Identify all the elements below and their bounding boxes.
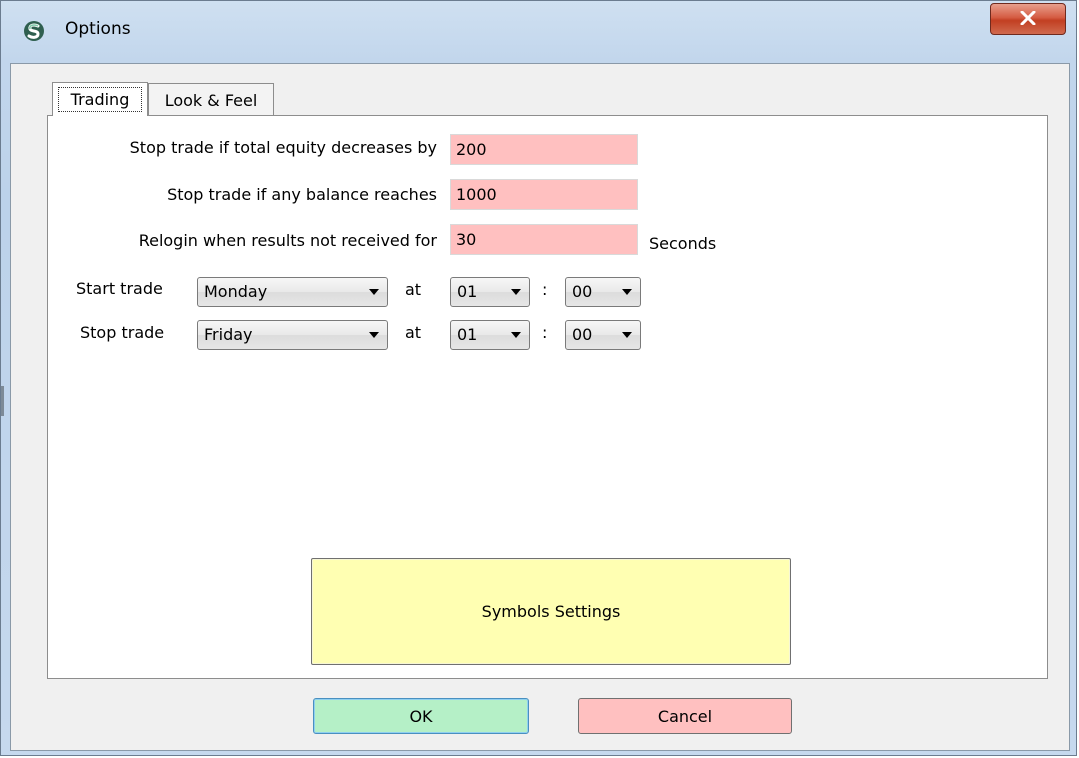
stop-day-select[interactable]: Friday (197, 320, 388, 350)
start-trade-label: Start trade (76, 279, 163, 298)
tab-trading-label: Trading (58, 87, 142, 112)
seconds-unit-label: Seconds (649, 234, 717, 253)
start-minute-select[interactable]: 00 (565, 277, 641, 307)
symbols-settings-button[interactable]: Symbols Settings (311, 558, 791, 665)
chevron-down-icon (511, 289, 521, 295)
start-at-label: at (405, 280, 422, 299)
start-day-value: Monday (204, 282, 268, 301)
chevron-down-icon (369, 289, 379, 295)
tab-look-and-feel-label: Look & Feel (164, 90, 258, 110)
stop-at-label: at (405, 323, 422, 342)
relogin-seconds-input[interactable]: 30 (450, 224, 638, 255)
close-button[interactable] (990, 3, 1066, 35)
title-bar[interactable]: Options (1, 1, 1076, 63)
start-day-select[interactable]: Monday (197, 277, 388, 307)
start-time-separator: : (542, 280, 548, 299)
chevron-down-icon (369, 332, 379, 338)
equity-label: Stop trade if total equity decreases by (129, 138, 437, 157)
stop-hour-value: 01 (457, 325, 478, 344)
start-hour-select[interactable]: 01 (450, 277, 530, 307)
start-minute-value: 00 (572, 282, 593, 301)
tab-trading[interactable]: Trading (52, 82, 148, 116)
cancel-button[interactable]: Cancel (578, 698, 792, 734)
balance-reaches-input[interactable]: 1000 (450, 179, 638, 210)
start-hour-value: 01 (457, 282, 478, 301)
stop-day-value: Friday (204, 325, 253, 344)
window-title: Options (65, 19, 131, 39)
chevron-down-icon (622, 332, 632, 338)
stop-minute-select[interactable]: 00 (565, 320, 641, 350)
ok-button[interactable]: OK (313, 698, 529, 734)
trading-panel: Stop trade if total equity decreases by … (47, 115, 1048, 679)
window-edge (1, 386, 4, 416)
balance-label: Stop trade if any balance reaches (167, 185, 437, 204)
tab-look-and-feel[interactable]: Look & Feel (148, 83, 274, 116)
equity-decrease-input[interactable]: 200 (450, 134, 638, 165)
chevron-down-icon (622, 289, 632, 295)
stop-hour-select[interactable]: 01 (450, 320, 530, 350)
chevron-down-icon (511, 332, 521, 338)
dialog-body: Trading Look & Feel Stop trade if total … (10, 63, 1070, 751)
options-dialog: Options Trading Look & Feel Stop trade i… (0, 0, 1077, 756)
relogin-label: Relogin when results not received for (138, 231, 437, 250)
close-icon (1020, 10, 1036, 29)
stop-trade-label: Stop trade (80, 323, 165, 342)
stop-time-separator: : (542, 323, 548, 342)
stop-minute-value: 00 (572, 325, 593, 344)
app-logo-icon (23, 20, 45, 42)
